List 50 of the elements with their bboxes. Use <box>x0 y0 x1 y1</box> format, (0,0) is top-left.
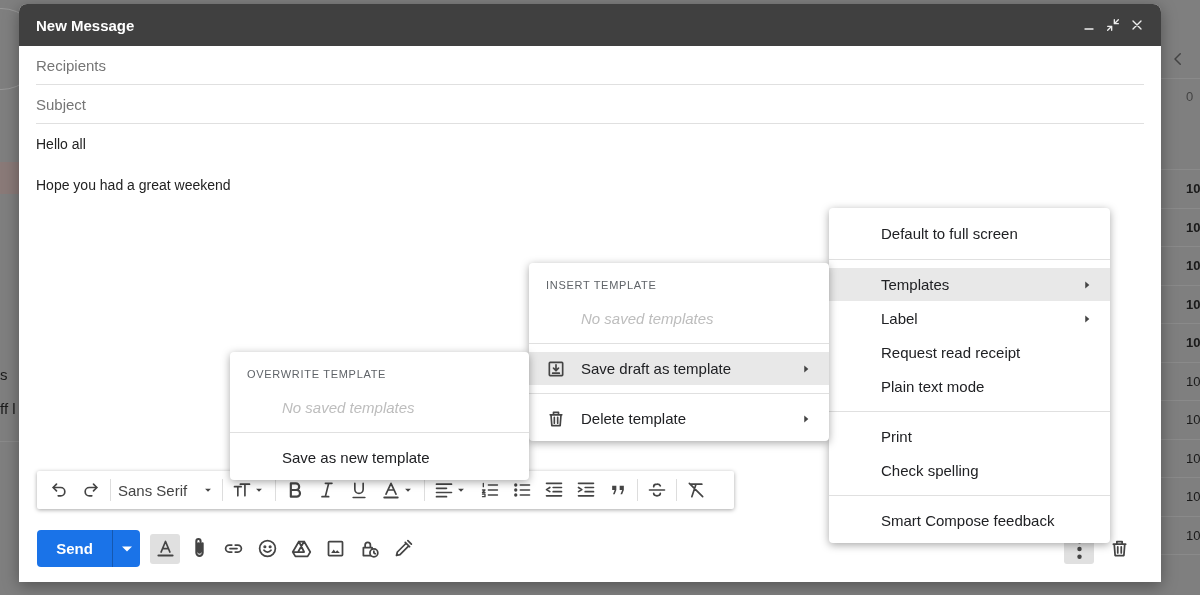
indent-icon <box>576 480 597 500</box>
drive-icon <box>290 538 312 559</box>
inbox-date: 10 <box>1186 181 1200 197</box>
outdent-icon <box>544 480 565 500</box>
formatting-options-icon <box>154 538 176 559</box>
numbered-list-icon <box>480 480 501 500</box>
formatting-options-button[interactable] <box>150 533 180 564</box>
align-icon <box>434 480 455 500</box>
inbox-date: 10 <box>1186 450 1200 466</box>
text-size-icon <box>232 480 253 500</box>
inbox-date: 0 <box>1186 89 1194 104</box>
caret-icon <box>120 545 133 552</box>
inbox-date: 10 <box>1186 373 1200 389</box>
window-title: New Message <box>36 16 136 34</box>
inbox-text: s <box>0 366 9 385</box>
selected-row <box>0 162 19 194</box>
menu-item[interactable]: Request read receipt <box>829 336 1110 369</box>
redo-icon <box>81 480 101 500</box>
bulleted-list-icon <box>512 480 533 500</box>
menu-item[interactable]: Check spelling <box>829 454 1110 487</box>
attach-icon <box>193 538 205 559</box>
menu-item[interactable]: Save as new template <box>230 441 529 474</box>
inbox-date: 10 <box>1186 527 1200 543</box>
undo-icon <box>49 480 69 500</box>
menu-item[interactable]: Templates <box>829 268 1110 301</box>
menu-item[interactable]: Save draft as template <box>529 352 829 385</box>
menu-item[interactable]: Label <box>829 302 1110 335</box>
menu-item[interactable]: Print <box>829 420 1110 453</box>
inbox-date: 10 <box>1186 219 1200 235</box>
text-color-icon <box>381 480 402 500</box>
menu-section-header: INSERT TEMPLATE <box>545 278 658 293</box>
empty-state-text: No saved templates <box>580 308 715 329</box>
strikethrough-icon <box>647 480 668 500</box>
inbox-date: 10 <box>1186 335 1200 351</box>
menu-section-header: OVERWRITE TEMPLATE <box>246 367 388 382</box>
body-text: Hope you had a great weekend <box>36 177 231 195</box>
empty-state-text: No saved templates <box>281 397 416 418</box>
menu-item[interactable]: Default to full screen <box>829 215 1110 251</box>
inbox-date: 10 <box>1186 258 1200 274</box>
inbox-date: 10 <box>1186 296 1200 312</box>
body-text: Hello all <box>36 136 86 154</box>
inbox-date: 10 <box>1186 412 1200 428</box>
menu-item[interactable]: Smart Compose feedback <box>829 504 1110 537</box>
emoji-icon <box>256 538 278 559</box>
menu-item[interactable]: Delete template <box>529 402 829 435</box>
menu-item[interactable]: Plain text mode <box>829 370 1110 403</box>
font-dropdown[interactable]: Sans Serif <box>114 475 220 505</box>
inbox-date: 10 <box>1186 489 1200 505</box>
exit-full-screen-icon[interactable] <box>1105 17 1121 33</box>
inbox-text: ff l <box>0 400 16 419</box>
